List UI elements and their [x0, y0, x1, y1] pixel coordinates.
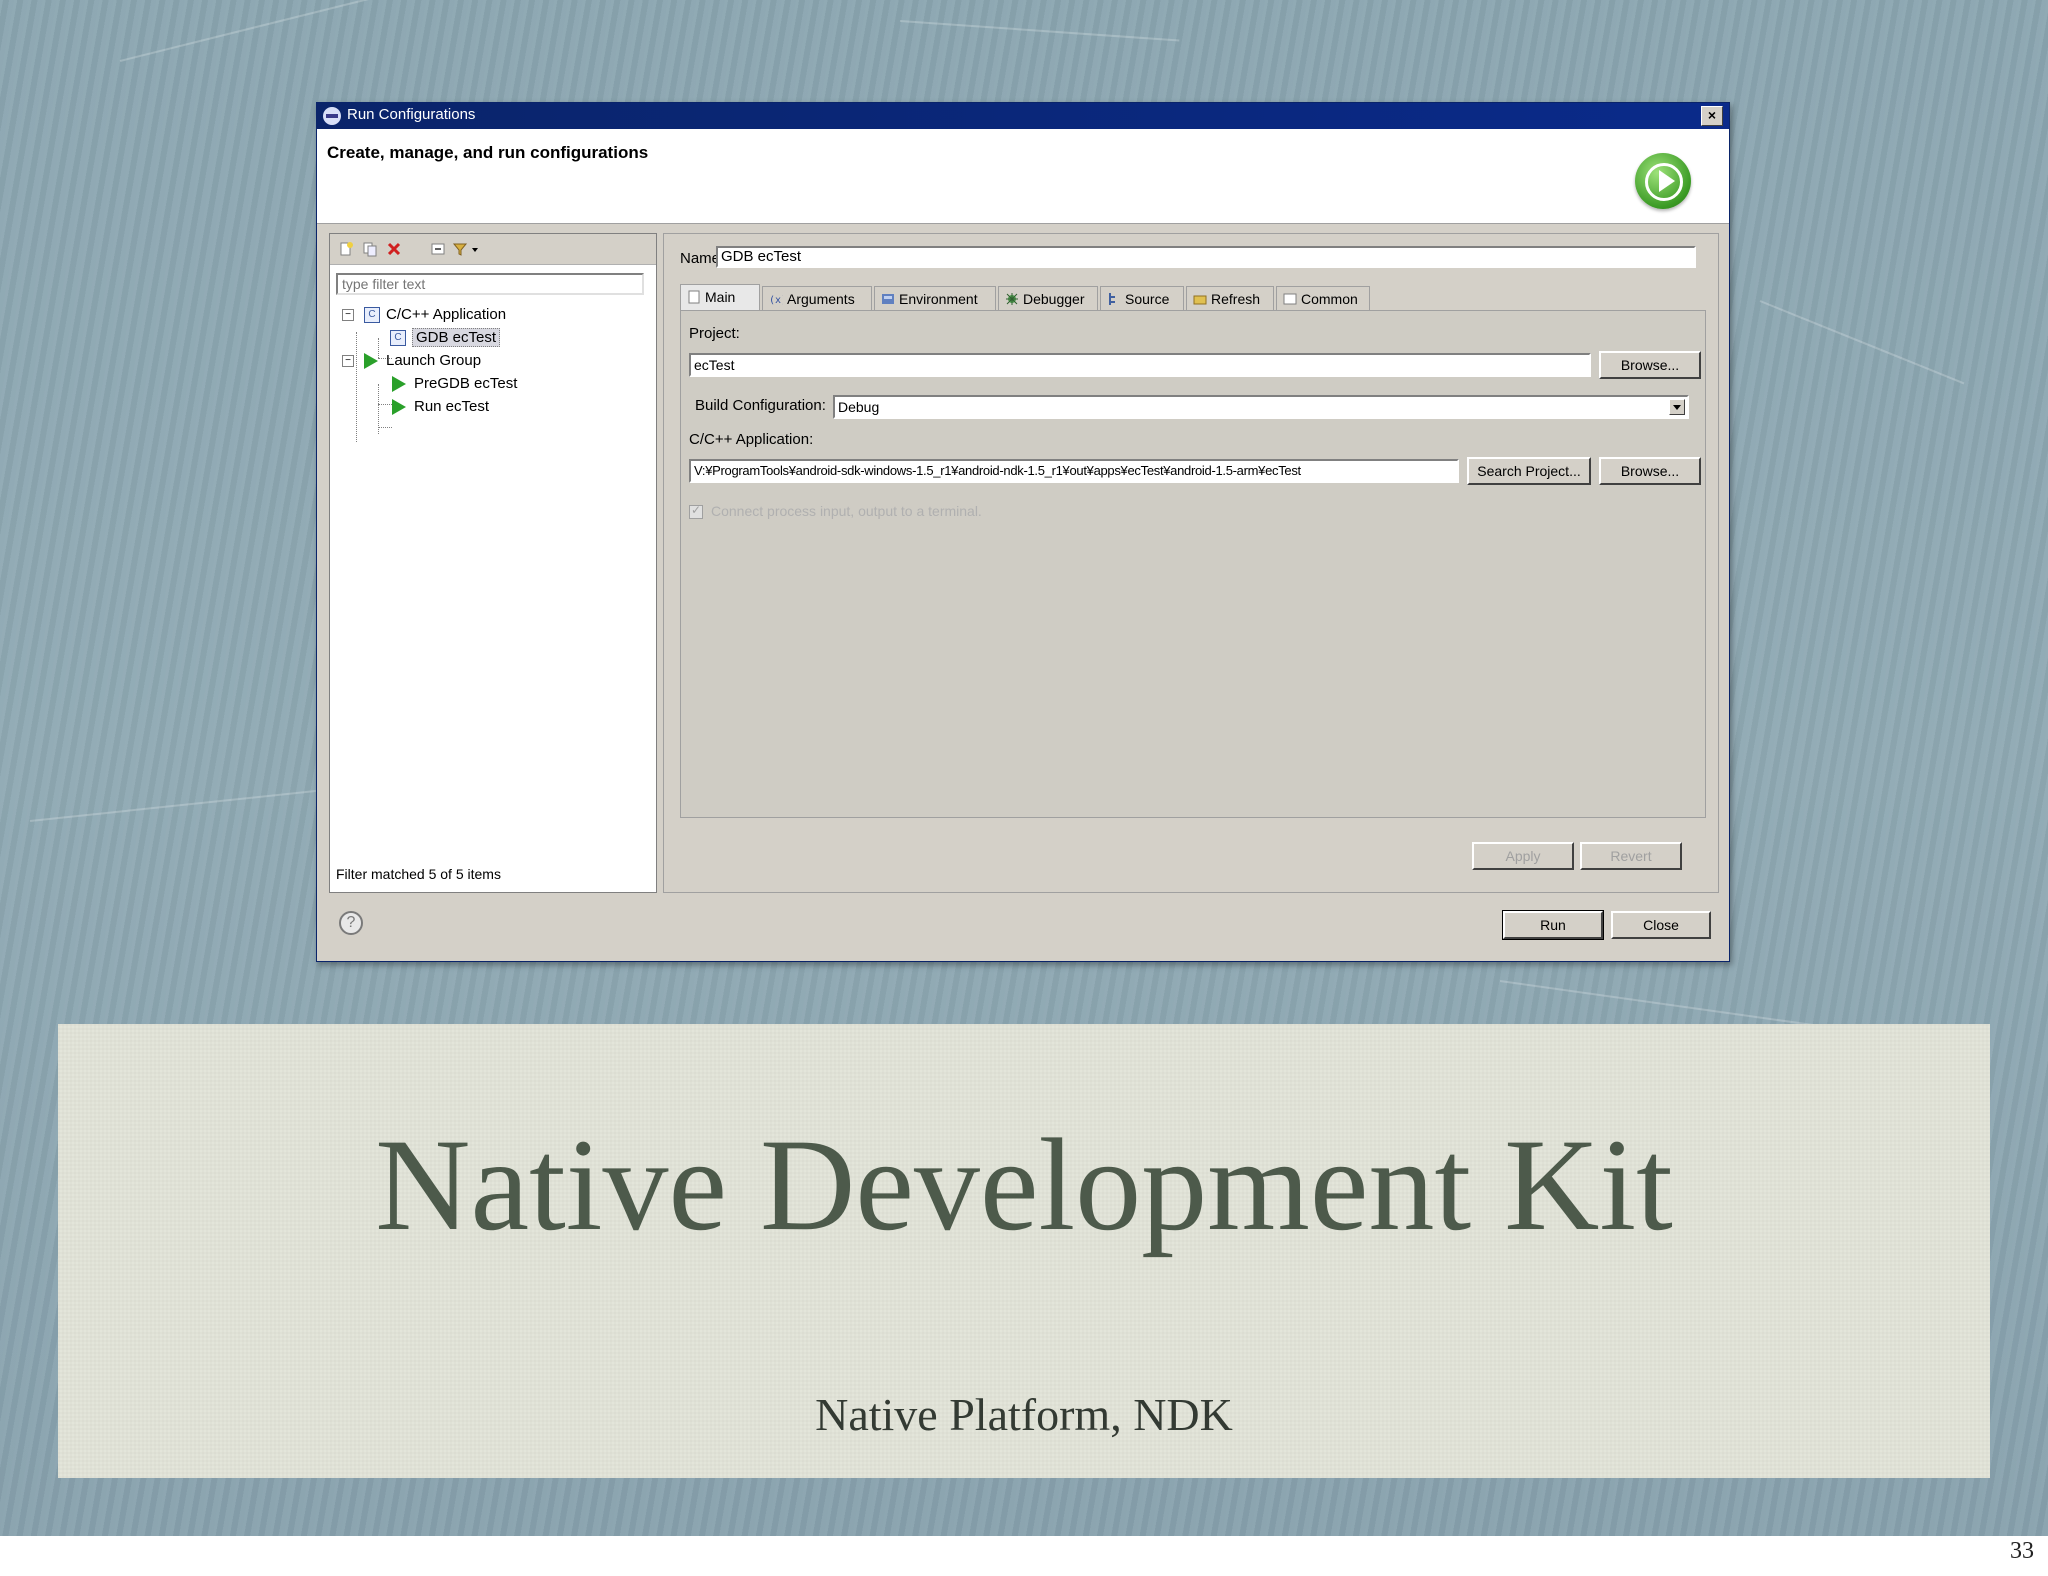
- build-configuration-select[interactable]: Debug: [833, 395, 1689, 419]
- slide-background: Run Configurations × Create, manage, and…: [0, 0, 2048, 1536]
- tab-label: Common: [1301, 291, 1358, 307]
- configuration-editor: Name: GDB ecTest Main (x) Arguments Envi…: [663, 233, 1719, 893]
- tree-item-label: Run ecTest: [414, 398, 490, 415]
- cpp-config-icon: C: [390, 330, 406, 347]
- common-tab-icon: [1283, 293, 1297, 305]
- dropdown-icon[interactable]: [470, 241, 480, 257]
- apply-button[interactable]: Apply: [1472, 842, 1574, 870]
- tab-label: Main: [705, 289, 736, 305]
- launch-icon: [392, 399, 406, 416]
- slide-number: 33: [2010, 1538, 2034, 1564]
- texture-scratch: [899, 20, 1180, 42]
- build-configuration-label: Build Configuration:: [695, 397, 826, 414]
- tab-label: Source: [1125, 291, 1170, 307]
- tree-item-run-ectest[interactable]: Run ecTest: [392, 396, 489, 418]
- run-configurations-dialog: Run Configurations × Create, manage, and…: [316, 102, 1730, 962]
- tree-item-gdb-ectest[interactable]: C GDB ecTest: [390, 327, 501, 349]
- collapse-all-icon[interactable]: [430, 241, 446, 257]
- tree-item-pregdb-ectest[interactable]: PreGDB ecTest: [392, 373, 517, 395]
- svg-text:(x): (x): [769, 295, 783, 306]
- close-window-button[interactable]: ×: [1701, 106, 1723, 126]
- tree-item-label: C/C++ Application: [386, 306, 507, 323]
- build-configuration-value: Debug: [838, 399, 880, 415]
- filter-status: Filter matched 5 of 5 items: [336, 866, 501, 882]
- tree-connector: [378, 404, 392, 405]
- main-tab-content: Project: ecTest Browse... Build Configur…: [680, 310, 1706, 818]
- cpp-application-input[interactable]: V:¥ProgramTools¥android-sdk-windows-1.5_…: [689, 459, 1459, 483]
- project-label: Project:: [689, 325, 740, 342]
- tab-label: Refresh: [1211, 291, 1261, 307]
- tree-item-label: Launch Group: [386, 352, 482, 369]
- tab-label: Arguments: [787, 291, 855, 307]
- dialog-header: Create, manage, and run configurations: [317, 129, 1729, 224]
- debugger-tab-icon: [1006, 293, 1018, 305]
- tab-environment[interactable]: Environment: [874, 286, 996, 310]
- tree-item-label: PreGDB ecTest: [414, 375, 518, 392]
- tree-item-label: GDB ecTest: [412, 328, 501, 347]
- revert-button[interactable]: Revert: [1580, 842, 1682, 870]
- launch-icon: [392, 376, 406, 393]
- delete-icon[interactable]: [386, 241, 402, 257]
- refresh-tab-icon: [1193, 295, 1207, 305]
- title-panel: Native Development Kit Native Platform, …: [58, 1024, 1990, 1478]
- tree-item-cpp-application[interactable]: − C C/C++ Application: [342, 304, 507, 326]
- cpp-config-type-icon: C: [364, 307, 380, 324]
- dialog-title: Run Configurations: [347, 106, 476, 123]
- launch-group-icon: [364, 353, 378, 370]
- tab-refresh[interactable]: Refresh: [1186, 286, 1274, 310]
- header-description: Create, manage, and run configurations: [327, 143, 649, 162]
- tree-connector: [356, 332, 357, 442]
- eclipse-icon: [323, 107, 341, 125]
- tab-arguments[interactable]: (x) Arguments: [762, 286, 872, 310]
- slide-subtitle: Native Platform, NDK: [815, 1389, 1233, 1440]
- application-browse-button[interactable]: Browse...: [1599, 457, 1701, 485]
- search-project-button[interactable]: Search Project...: [1467, 457, 1591, 485]
- texture-scratch: [1499, 980, 1837, 1030]
- terminal-checkbox-label: Connect process input, output to a termi…: [711, 503, 982, 519]
- texture-scratch: [29, 788, 329, 822]
- main-tab-icon: [688, 290, 700, 304]
- texture-scratch: [1759, 300, 1965, 385]
- filter-input[interactable]: [336, 273, 644, 295]
- slide-title: Native Development Kit: [375, 1111, 1673, 1258]
- collapse-toggle-icon[interactable]: −: [342, 355, 354, 367]
- environment-tab-icon: [882, 294, 894, 304]
- tab-debugger[interactable]: Debugger: [998, 286, 1098, 310]
- filter-icon[interactable]: [452, 241, 468, 257]
- duplicate-icon[interactable]: [362, 241, 378, 257]
- new-config-icon[interactable]: [338, 241, 354, 257]
- arguments-tab-icon: (x): [769, 295, 783, 306]
- tab-source[interactable]: Source: [1100, 286, 1184, 310]
- terminal-checkbox[interactable]: [689, 503, 703, 519]
- cpp-application-label: C/C++ Application:: [689, 431, 814, 448]
- tree-item-launch-group[interactable]: − Launch Group: [342, 350, 482, 372]
- collapse-toggle-icon[interactable]: −: [342, 309, 354, 321]
- project-browse-button[interactable]: Browse...: [1599, 351, 1701, 379]
- tab-label: Environment: [899, 291, 978, 307]
- project-input[interactable]: ecTest: [689, 353, 1591, 377]
- close-button[interactable]: Close: [1611, 911, 1711, 939]
- tree-connector: [378, 427, 392, 428]
- help-icon[interactable]: ?: [339, 911, 363, 935]
- run-button[interactable]: Run: [1502, 910, 1604, 940]
- dialog-titlebar[interactable]: Run Configurations ×: [317, 103, 1729, 129]
- source-tab-icon: [1109, 293, 1115, 305]
- tab-common[interactable]: Common: [1276, 286, 1370, 310]
- name-input[interactable]: GDB ecTest: [716, 246, 1696, 268]
- tab-label: Debugger: [1023, 291, 1085, 307]
- texture-scratch: [119, 0, 373, 62]
- tree-toolbar: [330, 234, 656, 265]
- tab-main[interactable]: Main: [680, 284, 760, 310]
- chevron-down-icon[interactable]: [1669, 399, 1685, 415]
- run-icon: [1635, 153, 1691, 209]
- configurations-tree-panel: − C C/C++ Application C GDB ecTest − Launc…: [329, 233, 657, 893]
